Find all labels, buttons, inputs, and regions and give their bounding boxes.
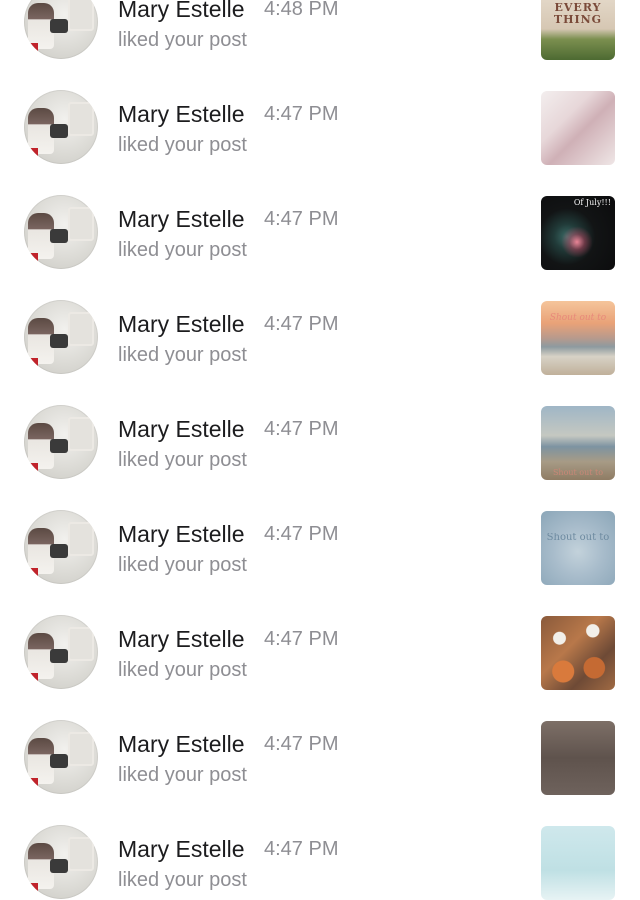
notification-list: Mary Estelle 4:48 PM liked your post OVE…	[0, 0, 640, 900]
timestamp: 4:47 PM	[264, 628, 339, 650]
post-thumbnail[interactable]	[541, 91, 615, 165]
action-text: liked your post	[118, 134, 247, 156]
avatar[interactable]	[24, 615, 98, 689]
avatar-frame-shape	[68, 627, 94, 661]
avatar[interactable]	[24, 825, 98, 899]
timestamp: 4:47 PM	[264, 103, 339, 125]
user-name[interactable]: Mary Estelle	[118, 0, 245, 23]
thumbnail-caption: Shout out to	[552, 468, 604, 477]
user-name[interactable]: Mary Estelle	[118, 101, 245, 128]
user-name[interactable]: Mary Estelle	[118, 311, 245, 338]
avatar-phone-shape	[50, 19, 68, 33]
post-thumbnail[interactable]: Of July!!!	[541, 196, 615, 270]
avatar[interactable]	[24, 405, 98, 479]
avatar-frame-shape	[68, 417, 94, 451]
avatar-phone-shape	[50, 229, 68, 243]
avatar[interactable]	[24, 90, 98, 164]
timestamp: 4:47 PM	[264, 733, 339, 755]
avatar[interactable]	[24, 510, 98, 584]
post-thumbnail[interactable]	[541, 826, 615, 900]
post-thumbnail[interactable]: Shout out to	[541, 511, 615, 585]
user-name[interactable]: Mary Estelle	[118, 836, 245, 863]
notification-row[interactable]: Mary Estelle 4:47 PM liked your post	[0, 792, 640, 900]
timestamp: 4:47 PM	[264, 523, 339, 545]
action-text: liked your post	[118, 449, 247, 471]
action-text: liked your post	[118, 554, 247, 576]
notification-row[interactable]: Mary Estelle 4:47 PM liked your post	[0, 582, 640, 690]
action-text: liked your post	[118, 239, 247, 261]
action-text: liked your post	[118, 659, 247, 681]
avatar[interactable]	[24, 0, 98, 59]
notification-row[interactable]: Mary Estelle 4:47 PM liked your post	[0, 687, 640, 795]
avatar-phone-shape	[50, 439, 68, 453]
notification-row[interactable]: Mary Estelle 4:47 PM liked your post Sho…	[0, 372, 640, 480]
thumbnail-caption: Shout out to	[549, 313, 607, 323]
action-text: liked your post	[118, 764, 247, 786]
timestamp: 4:48 PM	[264, 0, 339, 20]
notification-row[interactable]: Mary Estelle 4:47 PM liked your post Sho…	[0, 477, 640, 585]
post-thumbnail[interactable]: OVER EVERY THING	[541, 0, 615, 60]
action-text: liked your post	[118, 869, 247, 891]
user-name[interactable]: Mary Estelle	[118, 731, 245, 758]
thumbnail-caption: OVER EVERY THING	[553, 0, 603, 26]
action-text: liked your post	[118, 344, 247, 366]
user-name[interactable]: Mary Estelle	[118, 206, 245, 233]
avatar[interactable]	[24, 195, 98, 269]
user-name[interactable]: Mary Estelle	[118, 626, 245, 653]
action-text: liked your post	[118, 29, 247, 51]
avatar-phone-shape	[50, 649, 68, 663]
avatar-frame-shape	[68, 207, 94, 241]
notification-row[interactable]: Mary Estelle 4:47 PM liked your post	[0, 57, 640, 165]
thumbnail-caption: Shout out to	[546, 533, 610, 543]
avatar-phone-shape	[50, 334, 68, 348]
avatar-phone-shape	[50, 754, 68, 768]
avatar-phone-shape	[50, 859, 68, 873]
user-name[interactable]: Mary Estelle	[118, 521, 245, 548]
thumbnail-caption: Of July!!!	[573, 198, 611, 207]
post-thumbnail[interactable]	[541, 721, 615, 795]
firework-shape	[559, 224, 595, 260]
notification-row[interactable]: Mary Estelle 4:47 PM liked your post Of …	[0, 162, 640, 270]
notification-row[interactable]: Mary Estelle 4:47 PM liked your post Sho…	[0, 267, 640, 375]
avatar-phone-shape	[50, 124, 68, 138]
avatar[interactable]	[24, 720, 98, 794]
post-thumbnail[interactable]	[541, 616, 615, 690]
avatar-frame-shape	[68, 102, 94, 136]
timestamp: 4:47 PM	[264, 838, 339, 860]
timestamp: 4:47 PM	[264, 418, 339, 440]
avatar-frame-shape	[68, 312, 94, 346]
avatar-frame-shape	[68, 732, 94, 766]
post-thumbnail[interactable]: Shout out to	[541, 301, 615, 375]
avatar-phone-shape	[50, 544, 68, 558]
notification-row[interactable]: Mary Estelle 4:48 PM liked your post OVE…	[0, 0, 640, 60]
post-thumbnail[interactable]: Shout out to	[541, 406, 615, 480]
avatar-frame-shape	[68, 522, 94, 556]
avatar-red-shape	[24, 883, 38, 899]
user-name[interactable]: Mary Estelle	[118, 416, 245, 443]
timestamp: 4:47 PM	[264, 313, 339, 335]
timestamp: 4:47 PM	[264, 208, 339, 230]
avatar-frame-shape	[68, 0, 94, 31]
avatar[interactable]	[24, 300, 98, 374]
avatar-frame-shape	[68, 837, 94, 871]
